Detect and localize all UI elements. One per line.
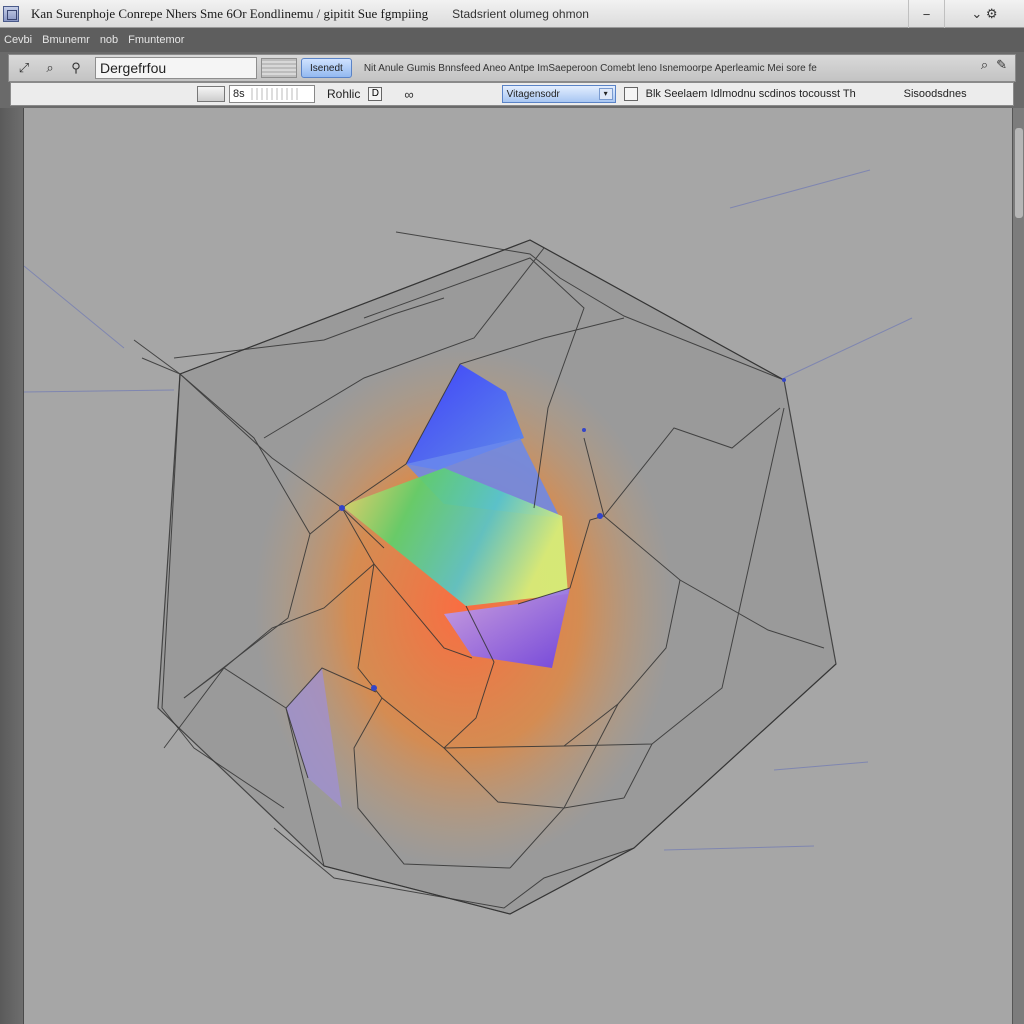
menu-item-1[interactable]: Cevbi: [4, 34, 32, 46]
drawing-canvas[interactable]: [24, 108, 1012, 1024]
polyhedron-drawing: [24, 169, 913, 915]
transform-tool-icon[interactable]: ⤢: [13, 57, 35, 79]
zoom-icon[interactable]: ⌕: [981, 57, 988, 73]
object-name-field[interactable]: Dergefrfou: [95, 57, 257, 79]
scrollbar-thumb[interactable]: [1015, 128, 1023, 218]
vertical-scrollbar[interactable]: [1012, 108, 1024, 1024]
window-title: Kan Surenphoje Conrepe Nhers Sme 6Or Eon…: [31, 5, 429, 21]
title-bar: Kan Surenphoje Conrepe Nhers Sme 6Or Eon…: [0, 0, 1024, 28]
menu-item-4[interactable]: Fmuntemor: [128, 34, 184, 46]
pen-icon[interactable]: ✎: [996, 57, 1007, 73]
property-label: Rohlic: [327, 87, 361, 101]
menu-item-3[interactable]: nob: [100, 34, 118, 46]
menu-bar: Cevbi Bmunemr nob Fmuntemor: [0, 28, 1024, 52]
gradient-preview: [250, 88, 301, 100]
mode-select-value: Vitagensodr: [506, 88, 560, 100]
chevron-down-icon: ▾: [598, 88, 613, 100]
minimize-button[interactable]: −: [908, 0, 944, 28]
main-toolbar: ⤢ ⌕ ⚲ Dergefrfou Isenedt Nit Anule Gumis…: [8, 54, 1016, 82]
mode-select[interactable]: Vitagensodr ▾: [501, 85, 616, 103]
option-checkbox[interactable]: [623, 87, 638, 101]
menu-item-2[interactable]: Bmunemr: [42, 34, 90, 46]
search-icon[interactable]: ⌕: [39, 57, 61, 79]
toolbar-status-text: Nit Anule Gumis Bnnsfeed Aneo Antpe ImSa…: [363, 62, 817, 74]
property-checkbox[interactable]: D: [368, 87, 383, 101]
window-subtitle: Stadsrient olumeg ohmon: [452, 6, 589, 21]
property-right-label: Sisoodsdnes: [903, 88, 967, 100]
insert-button[interactable]: Isenedt: [301, 58, 352, 78]
options-button[interactable]: ⌄ ⚙: [944, 0, 1024, 28]
property-description: Blk Seelaem Idlmodnu scdinos tocousst Th: [645, 88, 856, 100]
property-bar: 8s Rohlic D ∞ Vitagensodr ▾ Blk Seelaem …: [10, 82, 1014, 106]
layer-list-control[interactable]: [261, 58, 297, 78]
app-window: Kan Surenphoje Conrepe Nhers Sme 6Or Eon…: [0, 0, 1024, 1024]
color-swatch[interactable]: [197, 86, 225, 102]
app-icon[interactable]: [3, 5, 19, 22]
node-tool-icon[interactable]: ⚲: [65, 57, 87, 79]
numeric-input[interactable]: 8s: [229, 85, 315, 103]
window-controls: − ⌄ ⚙: [908, 0, 1024, 28]
vertical-ruler[interactable]: [0, 108, 24, 1024]
toolbar-right-icons: ⌕ ✎: [981, 57, 1007, 73]
numeric-input-value: 8s: [233, 88, 245, 100]
link-icon[interactable]: ∞: [404, 87, 413, 102]
